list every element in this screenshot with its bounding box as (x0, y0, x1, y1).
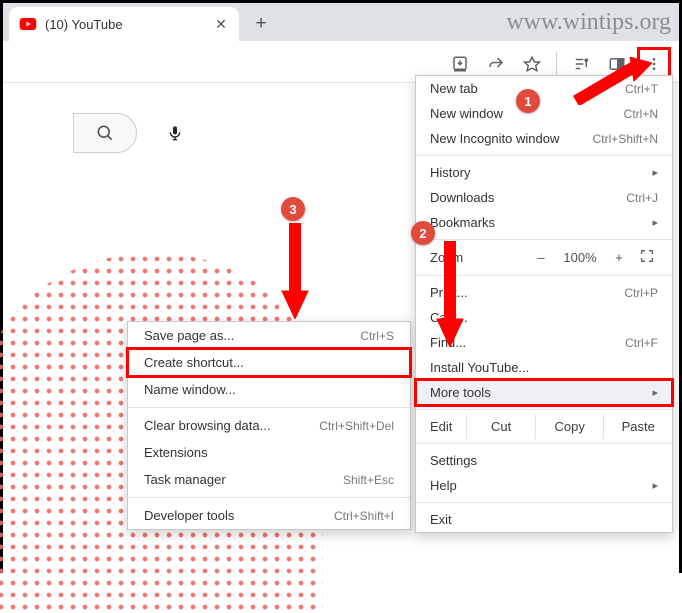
submenu-extensions[interactable]: Extensions (128, 439, 410, 466)
callout-2: 2 (411, 221, 435, 245)
annotation-arrow-1 (572, 57, 652, 108)
more-tools-submenu: Save page as...Ctrl+S Create shortcut...… (127, 321, 411, 530)
menu-more-tools[interactable]: More tools (416, 380, 672, 405)
menu-downloads[interactable]: DownloadsCtrl+J (416, 185, 672, 210)
browser-tab[interactable]: (10) YouTube ✕ (9, 7, 239, 41)
submenu-clear-browsing-data[interactable]: Clear browsing data...Ctrl+Shift+Del (128, 412, 410, 439)
menu-new-incognito[interactable]: New Incognito windowCtrl+Shift+N (416, 126, 672, 151)
youtube-icon (19, 15, 37, 33)
annotation-arrow-2 (435, 237, 465, 350)
menu-separator (128, 407, 410, 408)
submenu-create-shortcut[interactable]: Create shortcut... (128, 349, 410, 376)
tab-strip: (10) YouTube ✕ + (3, 3, 679, 41)
edit-copy[interactable]: Copy (535, 414, 604, 439)
submenu-name-window[interactable]: Name window... (128, 376, 410, 403)
menu-separator (416, 443, 672, 444)
new-tab-button[interactable]: + (247, 10, 275, 38)
menu-separator (416, 409, 672, 410)
callout-1: 1 (516, 89, 540, 113)
fullscreen-icon[interactable] (636, 248, 658, 267)
voice-search-icon[interactable] (159, 117, 191, 149)
menu-separator (128, 497, 410, 498)
edit-cut[interactable]: Cut (466, 414, 535, 439)
zoom-level: 100% (558, 250, 602, 265)
youtube-search-button[interactable] (73, 113, 137, 153)
edit-paste[interactable]: Paste (603, 414, 672, 439)
menu-help[interactable]: Help (416, 473, 672, 498)
submenu-save-page-as[interactable]: Save page as...Ctrl+S (128, 322, 410, 349)
close-tab-icon[interactable]: ✕ (213, 16, 229, 32)
submenu-task-manager[interactable]: Task managerShift+Esc (128, 466, 410, 493)
callout-3: 3 (281, 197, 305, 221)
menu-separator (416, 155, 672, 156)
menu-edit-row: Edit Cut Copy Paste (416, 414, 672, 439)
menu-history[interactable]: History (416, 160, 672, 185)
menu-install-youtube[interactable]: Install YouTube... (416, 355, 672, 380)
zoom-out-button[interactable]: – (530, 250, 552, 265)
menu-separator (416, 502, 672, 503)
annotation-arrow-3 (280, 219, 310, 322)
menu-exit[interactable]: Exit (416, 507, 672, 532)
menu-bookmarks[interactable]: Bookmarks (416, 210, 672, 235)
menu-settings[interactable]: Settings (416, 448, 672, 473)
submenu-developer-tools[interactable]: Developer toolsCtrl+Shift+I (128, 502, 410, 529)
toolbar-divider (556, 52, 557, 76)
tab-title: (10) YouTube (45, 17, 205, 32)
edit-label: Edit (416, 414, 466, 439)
zoom-in-button[interactable]: + (608, 250, 630, 265)
